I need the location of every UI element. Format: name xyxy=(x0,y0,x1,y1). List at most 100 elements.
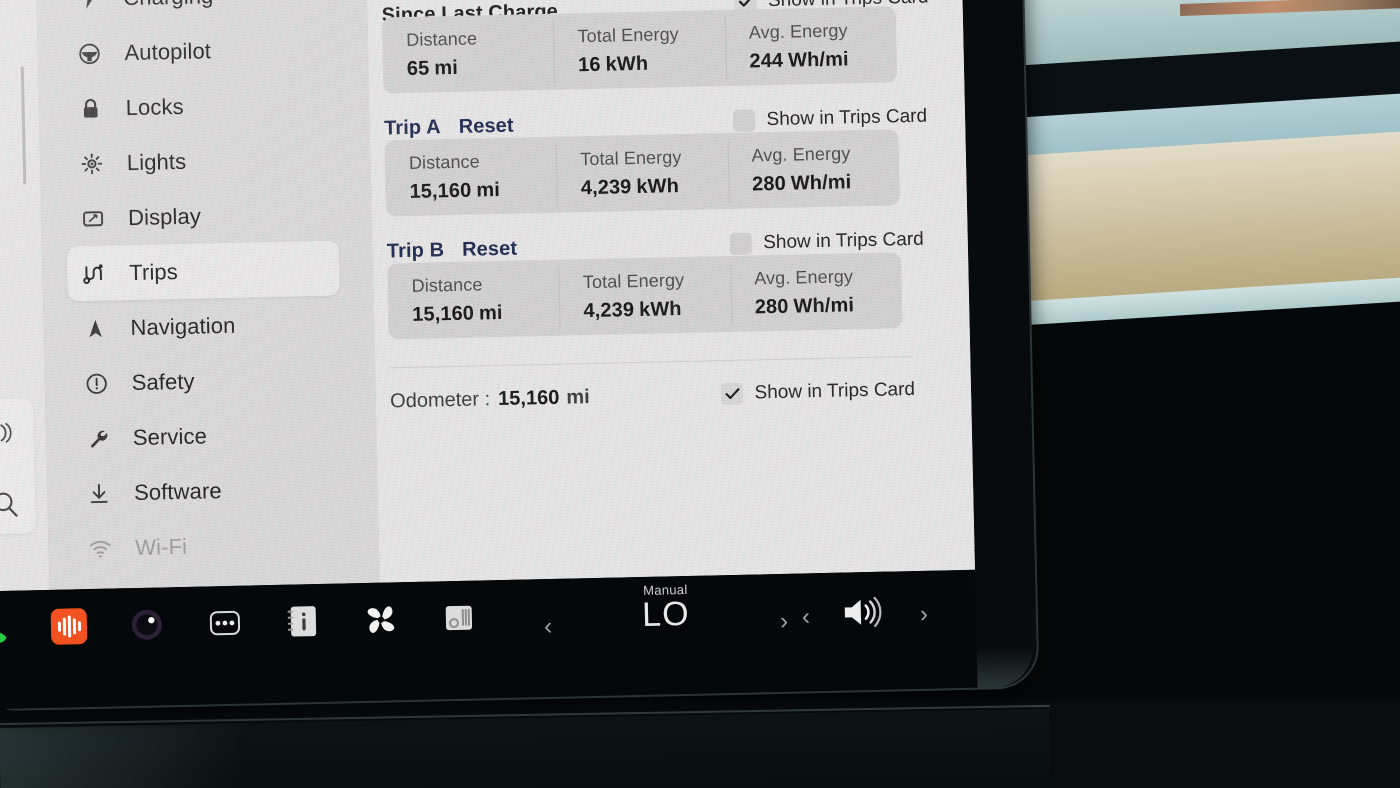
lcd-display: H Charging xyxy=(0,0,975,592)
sidebar-item-trips[interactable]: Trips xyxy=(66,240,340,302)
checkbox-label: Show in Trips Card xyxy=(763,228,924,254)
checkbox-unchecked[interactable] xyxy=(730,232,753,255)
stat-cell: Avg. Energy 244 Wh/mi xyxy=(724,6,897,86)
sidebar-item-autopilot[interactable]: Autopilot xyxy=(38,20,369,82)
checkbox-label: Show in Trips Card xyxy=(766,105,928,131)
sidebar-item-label: Software xyxy=(133,477,222,505)
check-icon xyxy=(725,388,740,400)
stat-value: 244 Wh/mi xyxy=(749,47,897,73)
stat-number: 15,160 xyxy=(412,302,475,326)
media-icon[interactable] xyxy=(45,603,92,650)
info-card-icon[interactable] xyxy=(279,598,326,645)
bolt-icon[interactable] xyxy=(0,77,5,108)
sidebar-item-label: Navigation xyxy=(130,312,236,340)
odometer-value: 15,160 xyxy=(497,386,560,410)
stat-unit: Wh/mi xyxy=(787,48,849,72)
more-dots-icon[interactable] xyxy=(201,600,248,647)
stat-cell: Distance 15,160 mi xyxy=(387,260,560,340)
sidebar-item-label: Locks xyxy=(125,93,184,120)
stat-unit: kWh xyxy=(638,298,682,321)
sidebar-item-label: Wi-Fi xyxy=(134,533,188,560)
sidebar-item-locks[interactable]: Locks xyxy=(39,75,370,137)
fan-icon[interactable] xyxy=(357,596,404,643)
stat-number: 16 xyxy=(577,53,601,77)
stat-label: Avg. Energy xyxy=(751,143,851,166)
display-icon xyxy=(80,205,107,232)
sidebar-item-service[interactable]: Service xyxy=(46,405,377,467)
checkbox-checked[interactable] xyxy=(721,382,744,406)
climate-temperature-value[interactable]: LO xyxy=(585,594,746,636)
sidebar-item-label: Service xyxy=(132,422,208,450)
stat-unit: Wh/mi xyxy=(793,294,855,318)
trip-a-reset-button[interactable]: Reset xyxy=(458,115,513,139)
wifi-icon xyxy=(87,535,114,562)
odometer-unit: mi xyxy=(566,385,590,409)
stat-unit: mi xyxy=(478,301,503,325)
sidebar-item-label: Trips xyxy=(128,258,179,285)
camera-icon[interactable] xyxy=(123,601,170,648)
sidebar-item-navigation[interactable]: Navigation xyxy=(44,295,375,357)
download-icon xyxy=(86,480,113,507)
stat-value: 280 Wh/mi xyxy=(755,293,903,319)
chevron-left-icon[interactable]: ‹ xyxy=(544,613,553,641)
sidebar-item-lights[interactable]: Lights xyxy=(40,130,371,192)
volume-control: ‹ › xyxy=(802,593,928,632)
trip-b-title[interactable]: Trip B xyxy=(387,239,445,263)
stat-number: 280 xyxy=(751,172,787,196)
sidebar-item-software[interactable]: Software xyxy=(47,460,378,522)
odometer-show-in-trips-card-toggle[interactable]: Show in Trips Card xyxy=(721,378,916,406)
stat-value: 16 kWh xyxy=(578,51,726,77)
sidebar-item-wifi[interactable]: Wi-Fi xyxy=(49,515,380,577)
chevron-right-icon[interactable]: › xyxy=(920,601,929,629)
stat-label: Avg. Energy xyxy=(748,20,848,43)
checkbox-label: Show in Trips Card xyxy=(754,378,916,404)
sidebar-item-label: Safety xyxy=(131,368,195,395)
wrench-icon xyxy=(85,425,112,452)
show-in-trips-card-toggle[interactable]: Show in Trips Card xyxy=(730,229,924,255)
stat-number: 4,239 xyxy=(583,299,635,323)
taskbar-app-icons xyxy=(0,594,514,652)
stat-number: 244 xyxy=(749,49,784,73)
sidebar-item-label: Display xyxy=(127,202,202,230)
lock-icon xyxy=(77,95,104,122)
phone-icon[interactable] xyxy=(0,605,14,652)
window-blinds-background xyxy=(988,0,1400,470)
trip-b-reset-button[interactable]: Reset xyxy=(462,238,517,262)
trips-icon xyxy=(81,260,108,287)
stat-cell: Distance 65 mi xyxy=(382,14,555,94)
stat-cell: Total Energy 16 kWh xyxy=(553,10,726,90)
stat-number: 65 xyxy=(406,57,430,80)
touchscreen-device: H Charging xyxy=(0,0,1038,739)
stat-label: Avg. Energy xyxy=(753,266,854,289)
alert-circle-icon xyxy=(83,370,110,397)
light-bulb-icon xyxy=(79,150,106,177)
navigation-arrow-icon xyxy=(82,315,109,342)
sidebar-item-display[interactable]: Display xyxy=(41,185,372,247)
sidebar-item-safety[interactable]: Safety xyxy=(45,350,376,412)
climate-control: ‹ Manual LO › xyxy=(544,581,789,640)
show-in-trips-card-toggle[interactable]: Show in Trips Card xyxy=(733,106,927,132)
screenshot-root: H Charging xyxy=(0,0,1400,788)
sidebar-item-label: Charging xyxy=(123,0,214,11)
seat-heater-icon[interactable] xyxy=(435,594,482,641)
stat-value: 4,239 kWh xyxy=(581,174,729,200)
stats-card-trip-b: Distance 15,160 mi Total Energy 4,239 kWh … xyxy=(387,252,903,340)
volume-icon[interactable] xyxy=(840,594,887,631)
sidebar-item-label: Lights xyxy=(126,148,187,175)
rail-scrollbar[interactable] xyxy=(20,66,27,185)
stat-cell: Total Energy 4,239 kWh xyxy=(556,133,729,213)
steering-wheel-icon xyxy=(76,40,103,67)
stat-number: 280 xyxy=(754,295,789,319)
chevron-left-icon[interactable]: ‹ xyxy=(802,603,811,631)
trip-a-title[interactable]: Trip A xyxy=(384,116,441,140)
bottom-taskbar: ‹ Manual LO › ‹ › xyxy=(0,569,978,710)
hd-icon[interactable]: H xyxy=(0,417,20,450)
stat-unit: kWh xyxy=(605,52,649,76)
stats-card-since-last-charge: Distance 65 mi Total Energy 16 kWh Avg. En… xyxy=(381,6,898,94)
stat-value: 65 mi xyxy=(407,55,555,81)
chevron-right-icon[interactable]: › xyxy=(780,608,789,636)
search-icon[interactable] xyxy=(0,488,22,521)
checkbox-unchecked[interactable] xyxy=(733,109,756,132)
stat-unit: mi xyxy=(476,178,501,202)
stat-cell: Avg. Energy 280 Wh/mi xyxy=(727,129,900,209)
